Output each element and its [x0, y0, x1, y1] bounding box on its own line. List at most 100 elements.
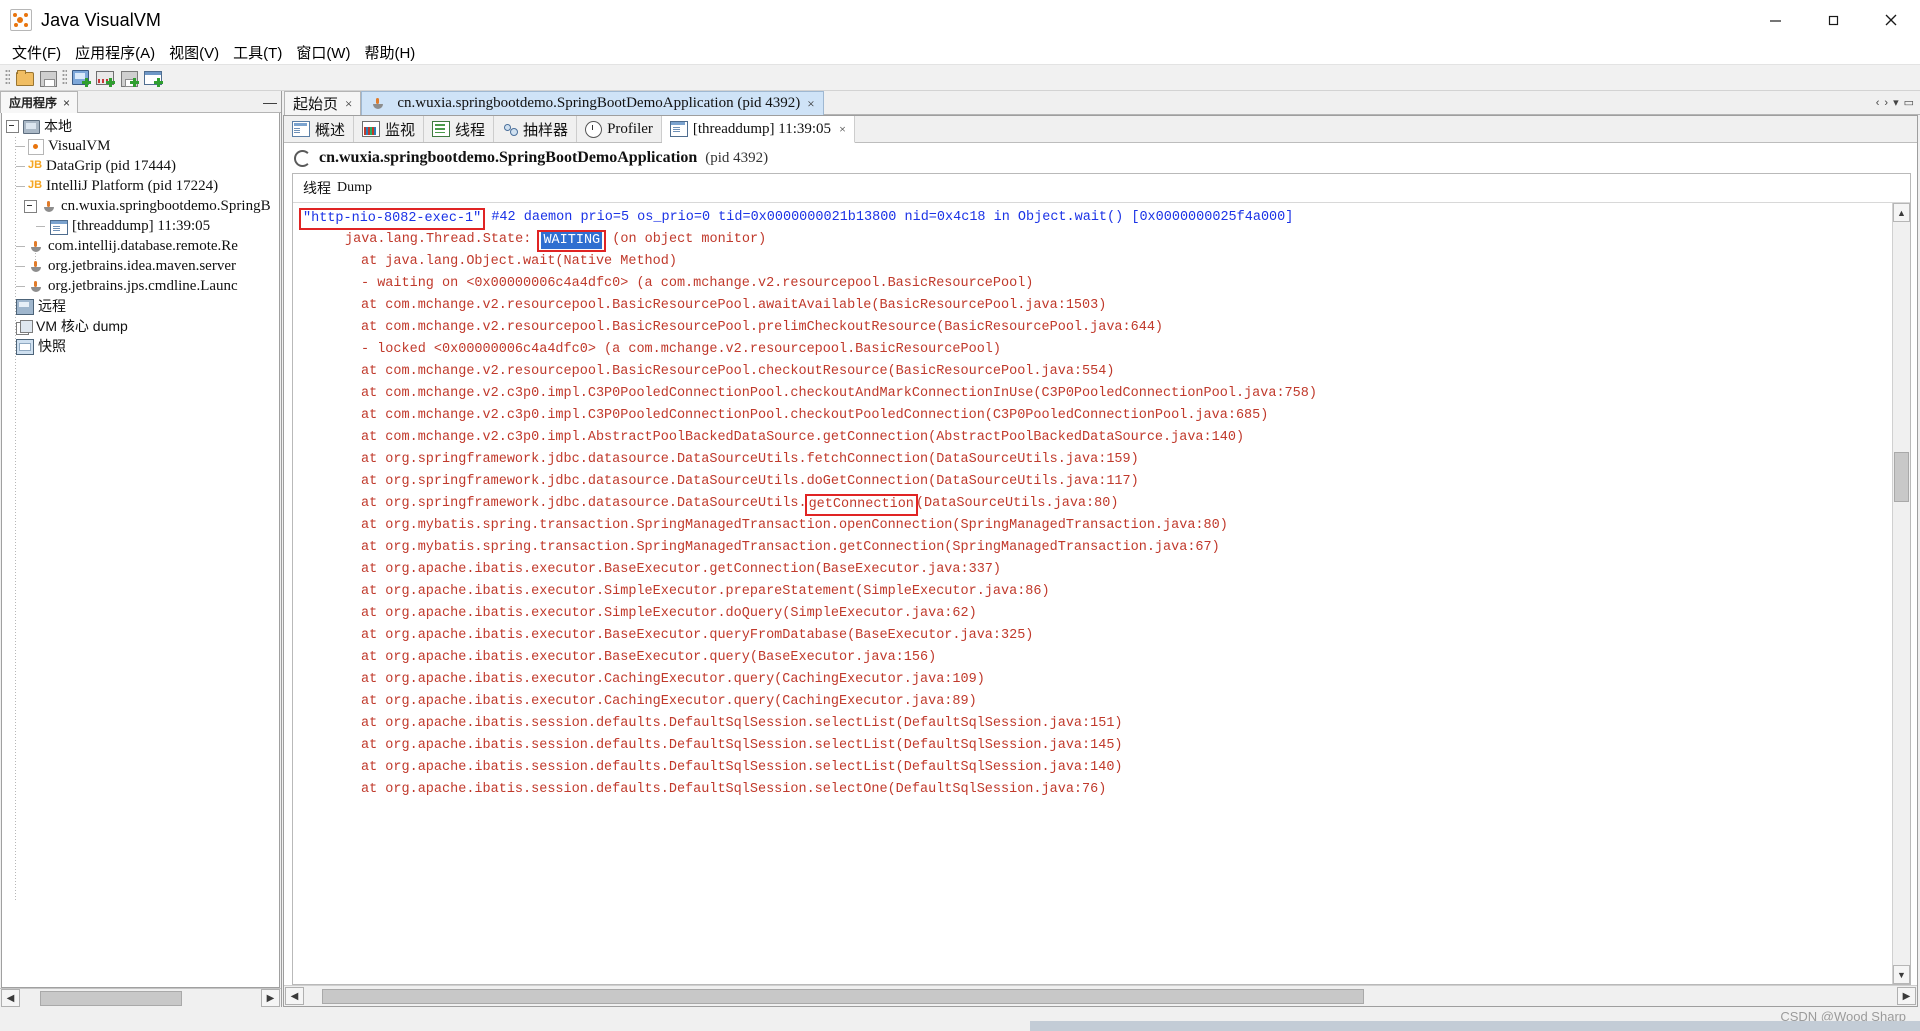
scroll-thumb[interactable] [40, 991, 182, 1006]
scroll-up-arrow-icon[interactable]: ▲ [1893, 203, 1910, 222]
scroll-track[interactable] [304, 988, 1897, 1004]
close-icon[interactable]: × [839, 122, 846, 137]
sub-tab-row: 概述 监视 线程 抽样器 Profiler [threaddump] 11:39… [284, 116, 1917, 143]
tree-item-label: IntelliJ Platform (pid 17224) [46, 177, 219, 194]
scroll-tabs-left-icon[interactable]: ‹ [1876, 97, 1880, 109]
menu-applications[interactable]: 应用程序(A) [68, 41, 162, 64]
close-button[interactable] [1862, 0, 1920, 40]
java-app-icon [41, 200, 57, 214]
applications-tree[interactable]: 本地 VisualVM DataGrip (pid 17444) Intelli… [1, 113, 280, 988]
scroll-tabs-right-icon[interactable]: › [1884, 97, 1888, 109]
stack-line-text: at com.mchange.v2.c3p0.impl.AbstractPool… [361, 430, 1245, 445]
scroll-right-arrow-icon[interactable]: ▶ [1897, 987, 1916, 1005]
scroll-right-arrow-icon[interactable]: ▶ [261, 989, 280, 1007]
scroll-down-arrow-icon[interactable]: ▼ [1893, 965, 1910, 984]
stack-line: at org.apache.ibatis.executor.SimpleExec… [301, 581, 1892, 603]
open-file-icon[interactable] [13, 67, 35, 88]
close-icon[interactable]: × [807, 96, 814, 112]
tab-overview-label: 概述 [315, 122, 346, 139]
tab-start-page[interactable]: 起始页 × [284, 91, 362, 115]
scroll-track[interactable] [1893, 222, 1910, 965]
tab-overview[interactable]: 概述 [284, 116, 355, 142]
thread-state-highlight: WAITING [537, 230, 607, 252]
tree-item-visualvm[interactable]: VisualVM [2, 136, 279, 156]
visualvm-window: Java VisualVM 文件(F) 应用程序(A) 视图(V) 工具(T) … [0, 0, 1920, 1031]
toolbar-grip-2[interactable] [62, 69, 67, 86]
stack-line-text: at org.apache.ibatis.executor.CachingExe… [361, 694, 977, 709]
stack-line: at org.apache.ibatis.executor.CachingExe… [301, 669, 1892, 691]
minimize-button[interactable] [1746, 0, 1804, 40]
tree-item-snapshot[interactable]: 快照 [2, 336, 279, 356]
stack-line: at org.apache.ibatis.executor.BaseExecut… [301, 559, 1892, 581]
tree-item-datagrip[interactable]: DataGrip (pid 17444) [2, 156, 279, 176]
busy-spinner-icon [294, 149, 311, 167]
toolbar-grip[interactable] [5, 69, 10, 86]
scroll-left-arrow-icon[interactable]: ◀ [285, 987, 304, 1005]
tree-item-jps-launcher[interactable]: org.jetbrains.jps.cmdline.Launc [2, 276, 279, 296]
remote-host-icon [16, 298, 34, 315]
maximize-document-icon[interactable]: ▭ [1904, 96, 1914, 109]
tab-sampler[interactable]: 抽样器 [494, 116, 578, 142]
add-vm-coredump-icon[interactable] [118, 67, 140, 88]
taskbar-peek [1030, 1021, 1920, 1031]
maximize-button[interactable] [1804, 0, 1862, 40]
stack-line: at org.apache.ibatis.session.defaults.De… [301, 779, 1892, 801]
scroll-left-arrow-icon[interactable]: ◀ [1, 989, 20, 1007]
thread-dump-vertical-scrollbar[interactable]: ▲ ▼ [1892, 203, 1910, 984]
menu-file[interactable]: 文件(F) [5, 41, 68, 64]
add-jmx-connection-icon[interactable] [70, 67, 92, 88]
scroll-thumb[interactable] [322, 989, 1364, 1004]
scroll-track[interactable] [20, 990, 261, 1006]
tab-monitor[interactable]: 监视 [354, 116, 425, 142]
stack-line: at org.mybatis.spring.transaction.Spring… [301, 537, 1892, 559]
stack-line-highlighted: at org.springframework.jdbc.datasource.D… [301, 493, 1892, 516]
tab-springbootdemo-application[interactable]: cn.wuxia.springbootdemo.SpringBootDemoAp… [361, 91, 824, 115]
get-connection-highlight: getConnection [804, 494, 918, 516]
close-icon[interactable]: × [63, 96, 70, 110]
tree-item-springbootdemo[interactable]: cn.wuxia.springbootdemo.SpringB [2, 196, 279, 216]
tab-profiler[interactable]: Profiler [577, 116, 662, 142]
thread-dump-text[interactable]: "http-nio-8082-exec-1" #42 daemon prio=5… [293, 203, 1892, 984]
visualvm-icon [28, 138, 44, 155]
tab-threads[interactable]: 线程 [424, 116, 495, 142]
save-icon[interactable] [37, 67, 59, 88]
stack-line-text: at org.apache.ibatis.executor.SimpleExec… [361, 584, 1050, 599]
stack-line: at org.apache.ibatis.executor.BaseExecut… [301, 625, 1892, 647]
add-snapshot-icon[interactable] [142, 67, 164, 88]
thread-dump-horizontal-scrollbar[interactable]: ◀ ▶ [284, 985, 1917, 1006]
tree-item-threaddump[interactable]: [threaddump] 11:39:05 [2, 216, 279, 236]
close-icon[interactable]: × [345, 96, 352, 112]
menu-tools[interactable]: 工具(T) [226, 41, 289, 64]
overview-icon [292, 121, 310, 137]
menu-help[interactable]: 帮助(H) [357, 41, 422, 64]
tree-item-label: com.intellij.database.remote.Re [48, 237, 238, 254]
minimize-panel-button[interactable]: — [259, 91, 281, 113]
tree-item-intellij-platform[interactable]: IntelliJ Platform (pid 17224) [2, 176, 279, 196]
window-title: Java VisualVM [41, 9, 162, 30]
scroll-thumb[interactable] [1894, 452, 1909, 502]
tree-item-maven-server[interactable]: org.jetbrains.idea.maven.server [2, 256, 279, 276]
left-panel-horizontal-scrollbar[interactable]: ◀ ▶ [0, 988, 281, 1007]
menu-window[interactable]: 窗口(W) [289, 41, 357, 64]
tab-threaddump[interactable]: [threaddump] 11:39:05 × [661, 116, 855, 143]
tab-list-icon[interactable]: ▾ [1893, 96, 1899, 109]
stack-line: at org.apache.ibatis.session.defaults.De… [301, 713, 1892, 735]
tab-applications-label: 应用程序 [9, 96, 58, 110]
monitor-icon [362, 121, 381, 137]
title-bar: Java VisualVM [0, 0, 1920, 40]
collapse-toggle-icon[interactable] [6, 119, 19, 133]
add-remote-host-icon[interactable] [94, 67, 116, 88]
stack-line-text: at org.apache.ibatis.executor.BaseExecut… [361, 562, 1002, 577]
threaddump-icon [50, 219, 68, 235]
tree-item-vm-coredump[interactable]: VM 核心 dump [2, 316, 279, 336]
menu-view[interactable]: 视图(V) [162, 41, 226, 64]
local-host-icon [23, 120, 40, 134]
tree-item-remote[interactable]: 远程 [2, 296, 279, 316]
tab-applications[interactable]: 应用程序 × [0, 91, 79, 113]
collapse-toggle-icon[interactable] [24, 199, 37, 213]
tab-threaddump-label: [threaddump] 11:39:05 [692, 120, 832, 137]
stack-line-text: at org.apache.ibatis.executor.BaseExecut… [361, 650, 937, 665]
tree-item-local[interactable]: 本地 [2, 116, 279, 136]
stack-line-text: at org.apache.ibatis.executor.CachingExe… [361, 672, 985, 687]
tree-item-intellij-database-remote[interactable]: com.intellij.database.remote.Re [2, 236, 279, 256]
